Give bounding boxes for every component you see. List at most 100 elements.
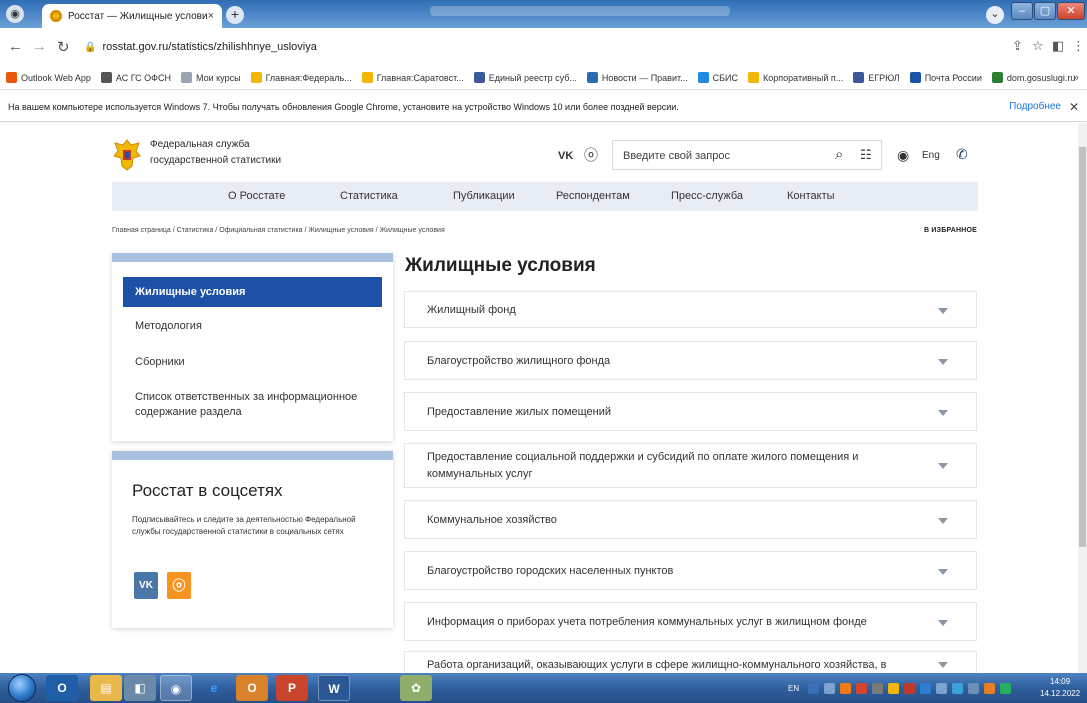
- bookmark-item[interactable]: Outlook Web App: [6, 72, 91, 83]
- kebab-menu-icon[interactable]: ⋮: [1072, 38, 1085, 54]
- accordion-item[interactable]: Жилищный фонд: [404, 291, 977, 328]
- tray-sync-icon[interactable]: [872, 682, 884, 694]
- tray-ok-icon[interactable]: [840, 682, 852, 694]
- infobar-more-link[interactable]: Подробнее: [1009, 101, 1061, 112]
- accessibility-eye-icon[interactable]: ◉: [897, 147, 909, 164]
- web-page: Федеральная служба государственной стати…: [0, 123, 1078, 673]
- app-taskbar-icon[interactable]: ◧: [124, 675, 156, 701]
- bookmark-item[interactable]: ЕГРЮЛ: [853, 72, 900, 83]
- tray-volume-icon[interactable]: [968, 682, 980, 694]
- breadcrumb[interactable]: Главная страница / Статистика / Официаль…: [112, 227, 445, 234]
- bookmark-star-icon[interactable]: ☆: [1032, 38, 1044, 54]
- accordion-item[interactable]: Предоставление социальной поддержки и су…: [404, 443, 977, 488]
- language-switch[interactable]: Eng: [922, 150, 940, 161]
- word-taskbar-icon[interactable]: W: [318, 675, 350, 701]
- filter-icon[interactable]: ☷: [860, 147, 872, 163]
- share-icon[interactable]: ⇪: [1012, 38, 1023, 54]
- close-window-button[interactable]: ✕: [1057, 2, 1085, 20]
- search-icon[interactable]: ⌕: [835, 146, 843, 163]
- tray-network-icon[interactable]: [920, 682, 932, 694]
- bookmark-item[interactable]: Единый реестр суб...: [473, 72, 577, 83]
- tray-screen-icon[interactable]: [936, 682, 948, 694]
- tab-close-icon[interactable]: ×: [208, 10, 214, 22]
- brand-name[interactable]: Федеральная служба государственной стати…: [150, 137, 281, 169]
- bookmark-item[interactable]: Мои курсы: [181, 72, 241, 83]
- ie-taskbar-icon[interactable]: e: [198, 675, 230, 701]
- chevron-down-icon[interactable]: [938, 410, 948, 416]
- chevron-down-icon[interactable]: [938, 662, 948, 668]
- page-scrollbar[interactable]: [1078, 123, 1087, 673]
- chevron-down-icon[interactable]: [938, 463, 948, 469]
- bookmark-item[interactable]: Почта России: [909, 72, 982, 83]
- sidebar-item-housing-active[interactable]: Жилищные условия: [123, 277, 382, 307]
- tray-flag-icon[interactable]: [984, 682, 996, 694]
- accordion-item[interactable]: Благоустройство городских населенных пун…: [404, 551, 977, 590]
- back-icon[interactable]: ←: [8, 38, 23, 55]
- tab-search-icon[interactable]: ⌄: [986, 6, 1004, 24]
- outlook-ol-taskbar-icon[interactable]: O: [236, 675, 268, 701]
- taskbar-clock[interactable]: 14:09 14.12.2022: [1040, 676, 1080, 700]
- rosstat-emblem-icon[interactable]: [112, 138, 142, 172]
- tray-security-icon[interactable]: [904, 682, 916, 694]
- sidepanel-icon[interactable]: ◧: [1052, 38, 1064, 54]
- accordion-label: Информация о приборах учета потребления …: [427, 616, 867, 628]
- header-vk-icon[interactable]: VK: [558, 150, 573, 162]
- sidebar-item-responsible[interactable]: Список ответственных за информационное с…: [135, 390, 375, 420]
- ok-button[interactable]: ⓞ: [167, 572, 191, 599]
- infobar-close-icon[interactable]: ✕: [1069, 100, 1079, 114]
- tray-shield-icon[interactable]: [1000, 682, 1012, 694]
- bookmark-item[interactable]: СБИС: [697, 72, 738, 83]
- vk-button[interactable]: VK: [134, 572, 158, 599]
- chevron-down-icon[interactable]: [938, 518, 948, 524]
- chevron-down-icon[interactable]: [938, 359, 948, 365]
- bookmark-item[interactable]: Главная:Саратовст...: [361, 72, 464, 83]
- chevron-down-icon[interactable]: [938, 569, 948, 575]
- bookmark-item[interactable]: АС ГС ОФСН: [100, 72, 171, 83]
- accordion-item[interactable]: Работа организаций, оказывающих услуги в…: [404, 651, 977, 673]
- chevron-down-icon[interactable]: [938, 620, 948, 626]
- powerpoint-taskbar-icon[interactable]: P: [276, 675, 308, 701]
- header-ok-icon[interactable]: ⓞ: [584, 145, 598, 165]
- bookmark-item[interactable]: Новости — Правит...: [586, 72, 688, 83]
- outlook-taskbar-icon[interactable]: O: [46, 675, 78, 701]
- explorer-taskbar-icon[interactable]: ▤: [90, 675, 122, 701]
- bookmark-item[interactable]: Корпоративный п...: [748, 72, 843, 83]
- app2-taskbar-icon[interactable]: ✿: [400, 675, 432, 701]
- search-input[interactable]: [623, 147, 823, 165]
- tray-folder-icon[interactable]: [888, 682, 900, 694]
- bookmark-item[interactable]: dom.gosuslugi.ru: [991, 72, 1075, 83]
- sidebar-item-collections[interactable]: Сборники: [135, 355, 375, 370]
- forward-icon[interactable]: →: [32, 38, 47, 55]
- tray-app-icon[interactable]: [856, 682, 868, 694]
- start-button[interactable]: [8, 674, 36, 702]
- nav-item[interactable]: Респондентам: [556, 190, 630, 202]
- nav-item[interactable]: Публикации: [453, 190, 515, 202]
- sidebar-item-methodology[interactable]: Методология: [135, 319, 375, 334]
- tray-help-icon[interactable]: [808, 682, 820, 694]
- tray-mic-icon[interactable]: [824, 682, 836, 694]
- maximize-button[interactable]: ▢: [1034, 2, 1056, 20]
- bookmarks-overflow-icon[interactable]: »: [1073, 72, 1079, 84]
- accordion-item[interactable]: Информация о приборах учета потребления …: [404, 602, 977, 641]
- accordion-item[interactable]: Предоставление жилых помещений: [404, 392, 977, 431]
- nav-item[interactable]: Статистика: [340, 190, 398, 202]
- chrome-menu-icon[interactable]: ◉: [6, 5, 24, 23]
- browser-tab[interactable]: Росстат — Жилищные условия ×: [42, 4, 222, 28]
- chrome-taskbar-icon[interactable]: ◉: [160, 675, 192, 701]
- tray-update-icon[interactable]: [952, 682, 964, 694]
- url-field[interactable]: 🔒 rosstat.gov.ru/statistics/zhilishhnye_…: [84, 36, 1004, 58]
- chevron-down-icon[interactable]: [938, 308, 948, 314]
- phone-icon[interactable]: ✆: [956, 146, 968, 163]
- accordion-item[interactable]: Благоустройство жилищного фонда: [404, 341, 977, 380]
- bookmark-item[interactable]: Главная:Федераль...: [250, 72, 352, 83]
- scrollbar-thumb[interactable]: [1079, 147, 1086, 547]
- accordion-item[interactable]: Коммунальное хозяйство: [404, 500, 977, 539]
- minimize-button[interactable]: –: [1011, 2, 1033, 20]
- nav-item[interactable]: Контакты: [787, 190, 835, 202]
- language-indicator[interactable]: EN: [788, 684, 799, 693]
- new-tab-button[interactable]: +: [226, 6, 244, 24]
- add-to-favorites-link[interactable]: В ИЗБРАННОЕ: [924, 227, 977, 234]
- reload-icon[interactable]: ↻: [57, 38, 70, 56]
- nav-item[interactable]: О Росстате: [228, 190, 285, 202]
- nav-item[interactable]: Пресс-служба: [671, 190, 743, 202]
